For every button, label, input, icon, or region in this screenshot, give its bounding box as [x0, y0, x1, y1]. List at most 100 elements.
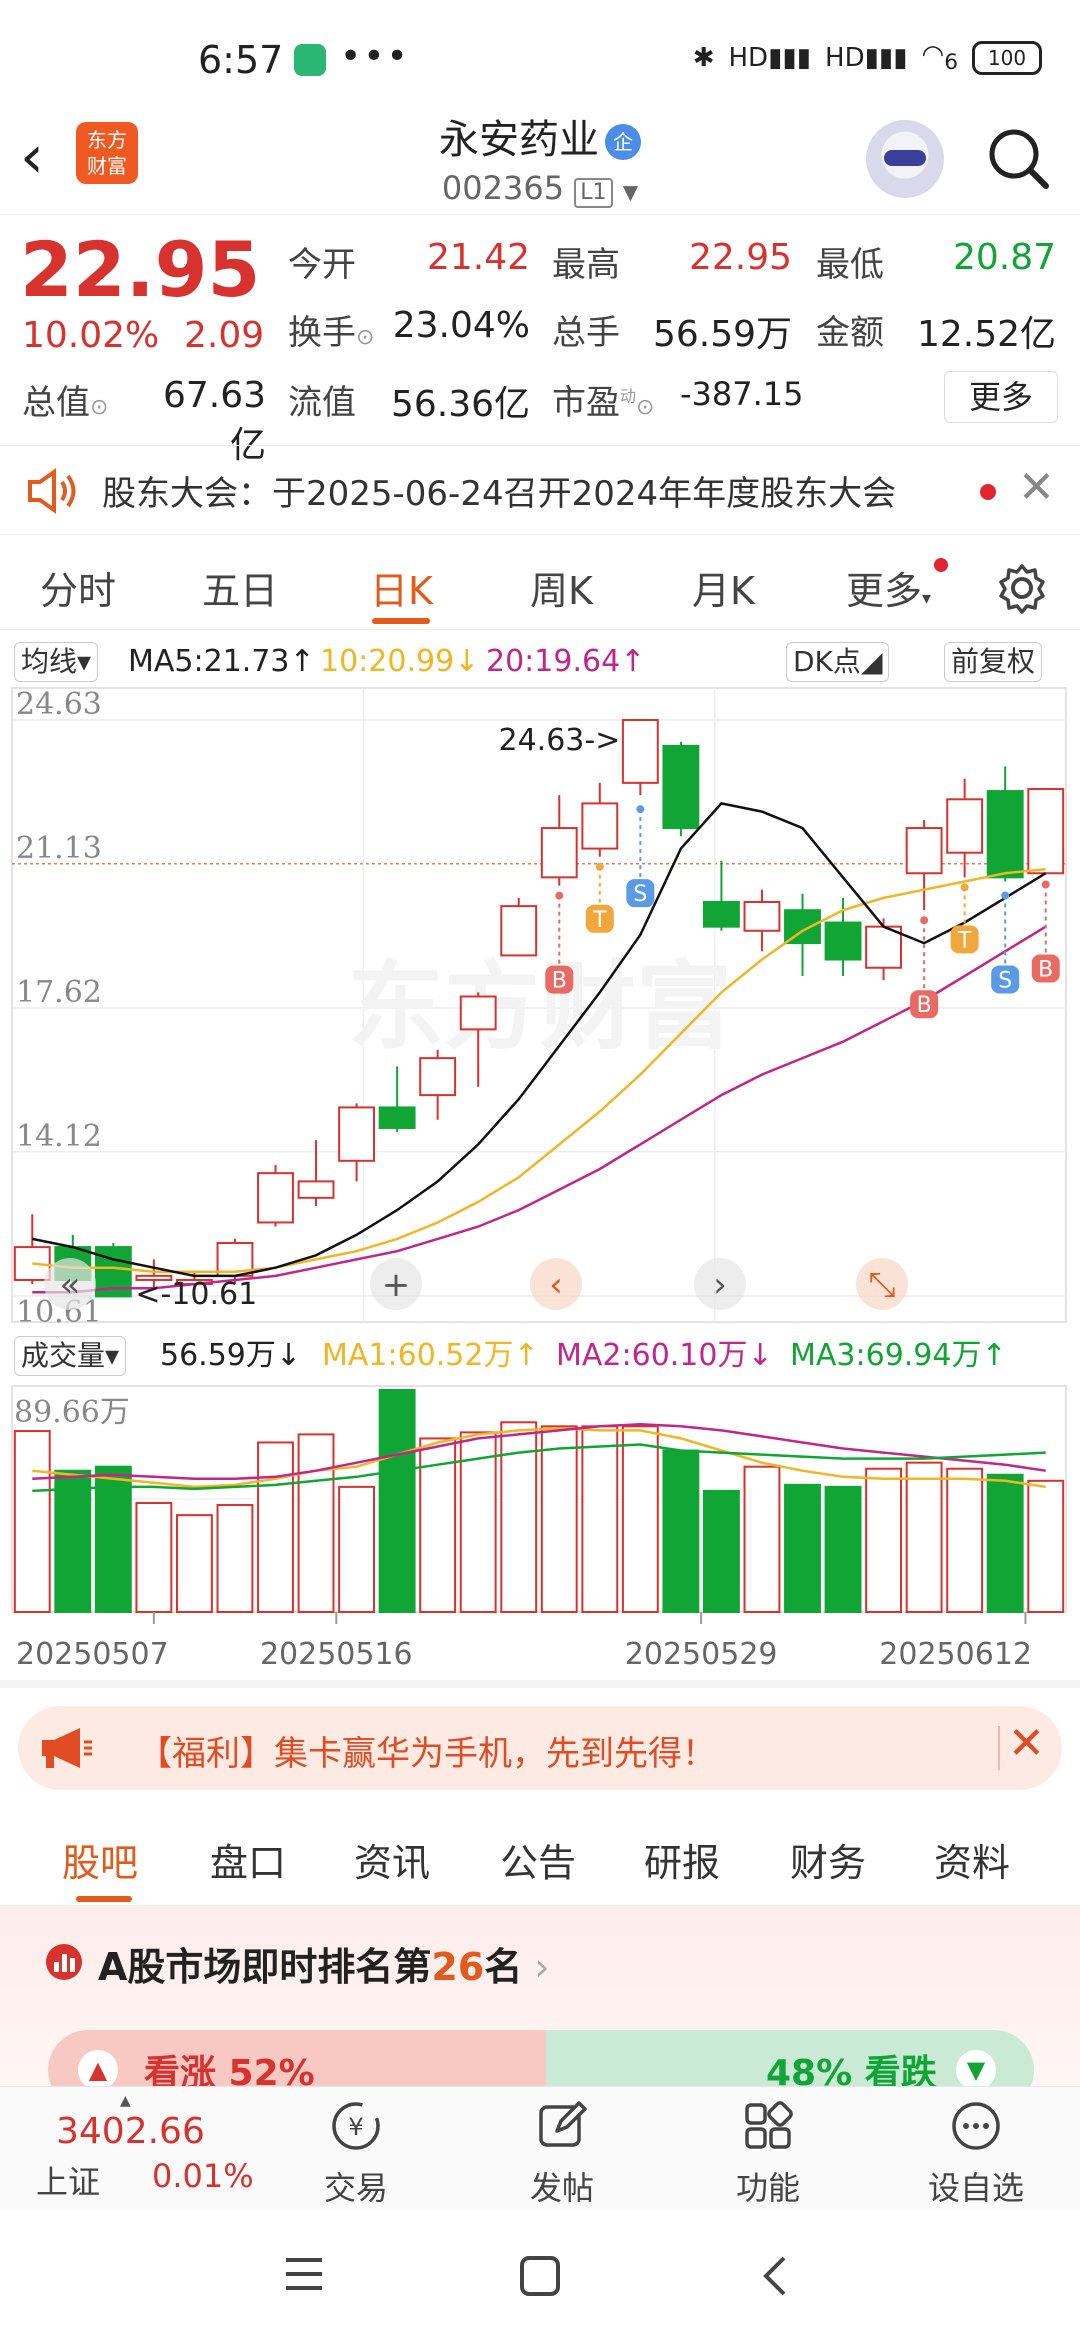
tab-announcements[interactable]: 公告 [500, 1832, 576, 1887]
candle-up [946, 798, 984, 854]
pan-right-button[interactable]: › [694, 1258, 746, 1310]
candle-down [662, 744, 700, 830]
signal-dot [1041, 880, 1050, 889]
nav-add-watchlist-label: 设自选 [927, 2169, 1024, 2207]
tab-pankou[interactable]: 盘口 [210, 1832, 286, 1887]
tab-finance[interactable]: 财务 [790, 1832, 866, 1887]
candle-up [540, 827, 578, 879]
tab-profile[interactable]: 资料 [934, 1832, 1010, 1887]
y-tick-label: 14.12 [16, 1119, 102, 1154]
volume-bar-down [986, 1473, 1024, 1614]
volume-bar-down [702, 1489, 740, 1613]
fullscreen-button-icon: ⤡ [868, 1265, 895, 1305]
volume-bar-down [824, 1485, 862, 1613]
max-price-annotation: 24.63-> [498, 723, 620, 758]
index-change: 0.01% [152, 2157, 254, 2195]
candle-up [338, 1106, 376, 1162]
volume-bar-up [540, 1425, 578, 1613]
candle-up [905, 827, 943, 875]
nav-trade[interactable]: ¥ 交易 [286, 2097, 426, 2209]
nav-functions[interactable]: 功能 [698, 2097, 838, 2209]
back-triangle-icon[interactable] [760, 2254, 790, 2298]
volume-max-label: 89.66万 [14, 1395, 130, 1430]
volume-bar-up [13, 1430, 51, 1613]
candle-up [500, 905, 538, 957]
vote-up-icon: ▲ [78, 2050, 118, 2090]
tab-news[interactable]: 资讯 [354, 1832, 430, 1887]
candle-up [297, 1180, 335, 1199]
signal-dot [920, 916, 929, 925]
signal-dot [636, 805, 645, 814]
nav-post[interactable]: 发帖 [492, 2097, 632, 2209]
home-square-icon[interactable] [518, 2254, 562, 2298]
x-tick-label: 20250612 [879, 1637, 1032, 1672]
candle-up [459, 995, 497, 1031]
tab-research[interactable]: 研报 [644, 1832, 720, 1887]
tab-guba[interactable]: 股吧 [62, 1832, 138, 1887]
volume-bar-up [297, 1433, 335, 1614]
volume-bar-down [784, 1483, 821, 1613]
volume-bar-up [216, 1504, 254, 1614]
index-value: 3402.66 [56, 2111, 205, 2152]
megaphone-icon [42, 1728, 92, 1768]
y-tick-label: 24.63 [16, 687, 102, 722]
zoom-in-button[interactable]: + [370, 1258, 422, 1310]
index-ticker[interactable]: ▲ 3402.66 上证 0.01% [0, 2087, 260, 2211]
nav-functions-label: 功能 [735, 2169, 800, 2207]
menu-icon[interactable] [282, 2254, 326, 2294]
edit-icon [539, 2101, 587, 2147]
svg-text:¥: ¥ [348, 2113, 363, 2141]
volume-bar-up [621, 1425, 659, 1613]
candle-up [621, 719, 659, 784]
signal-dot [960, 883, 969, 892]
nav-add-watchlist[interactable]: 设自选 [906, 2097, 1046, 2209]
candle-up [743, 901, 781, 932]
grid-icon [745, 2101, 793, 2149]
min-price-annotation: <-10.61 [135, 1277, 257, 1312]
first-page-button-icon: « [60, 1265, 81, 1305]
bottom-nav: ▲ 3402.66 上证 0.01% ¥ 交易 发帖 功能 设自选 [0, 2086, 1080, 2210]
volume-bar-down [54, 1469, 92, 1614]
candle-up [1027, 788, 1065, 875]
close-banner-icon[interactable]: ✕ [1008, 1718, 1045, 1769]
x-tick-label: 20250507 [16, 1637, 169, 1672]
y-tick-label: 17.62 [16, 975, 102, 1010]
volume-bar-up [743, 1465, 781, 1614]
volume-bar-up [1027, 1479, 1065, 1614]
index-name: 上证 [36, 2163, 101, 2201]
y-tick-label: 21.13 [16, 831, 102, 866]
volume-bar-up [946, 1467, 984, 1614]
more-circle-icon [952, 2102, 1000, 2150]
volume-bar-up [865, 1467, 903, 1614]
ticker-arrow-icon: ▲ [120, 2093, 131, 2109]
signal-label: T [592, 908, 607, 933]
pan-left-button[interactable]: ‹ [530, 1258, 582, 1310]
volume-bar-down [662, 1449, 700, 1613]
first-page-button[interactable]: « [44, 1258, 96, 1310]
nav-trade-label: 交易 [323, 2169, 388, 2207]
candle-down [824, 921, 862, 961]
watermark-text: 东方财富 [348, 951, 732, 1063]
candle-down [702, 901, 740, 928]
volume-bar-up [135, 1502, 173, 1614]
fullscreen-button[interactable]: ⤡ [856, 1258, 908, 1310]
x-tick-label: 20250529 [625, 1637, 778, 1672]
ranking-card[interactable]: A股市场即时排名第26名 › ▲ 看涨 52% 48% 看跌 ▼ [0, 1906, 1080, 2110]
candle-up [581, 802, 619, 850]
volume-bar-down [378, 1389, 416, 1613]
vote-down-icon: ▼ [956, 2050, 996, 2090]
banner-divider [998, 1726, 1000, 1770]
volume-bar-up [581, 1425, 619, 1613]
x-tick-label: 20250516 [260, 1637, 413, 1672]
nav-post-label: 发帖 [529, 2169, 594, 2207]
signal-label: S [633, 882, 647, 907]
banner-text: 【福利】集卡赢华为手机，先到先得！ [138, 1734, 716, 1774]
candle-up [257, 1172, 294, 1224]
signal-dot [1001, 891, 1010, 900]
promo-banner[interactable]: 【福利】集卡赢华为手机，先到先得！ ✕ [18, 1706, 1062, 1790]
content-tabs: 股吧 盘口 资讯 公告 研报 财务 资料 [0, 1810, 1080, 1906]
kline-chart[interactable]: 24.6321.1317.6214.1210.61东方财富BTSBTS B24.6… [0, 0, 1080, 1706]
zoom-in-button-icon: + [382, 1265, 411, 1305]
pan-right-button-icon: › [713, 1265, 727, 1305]
signal-dot [555, 891, 564, 900]
